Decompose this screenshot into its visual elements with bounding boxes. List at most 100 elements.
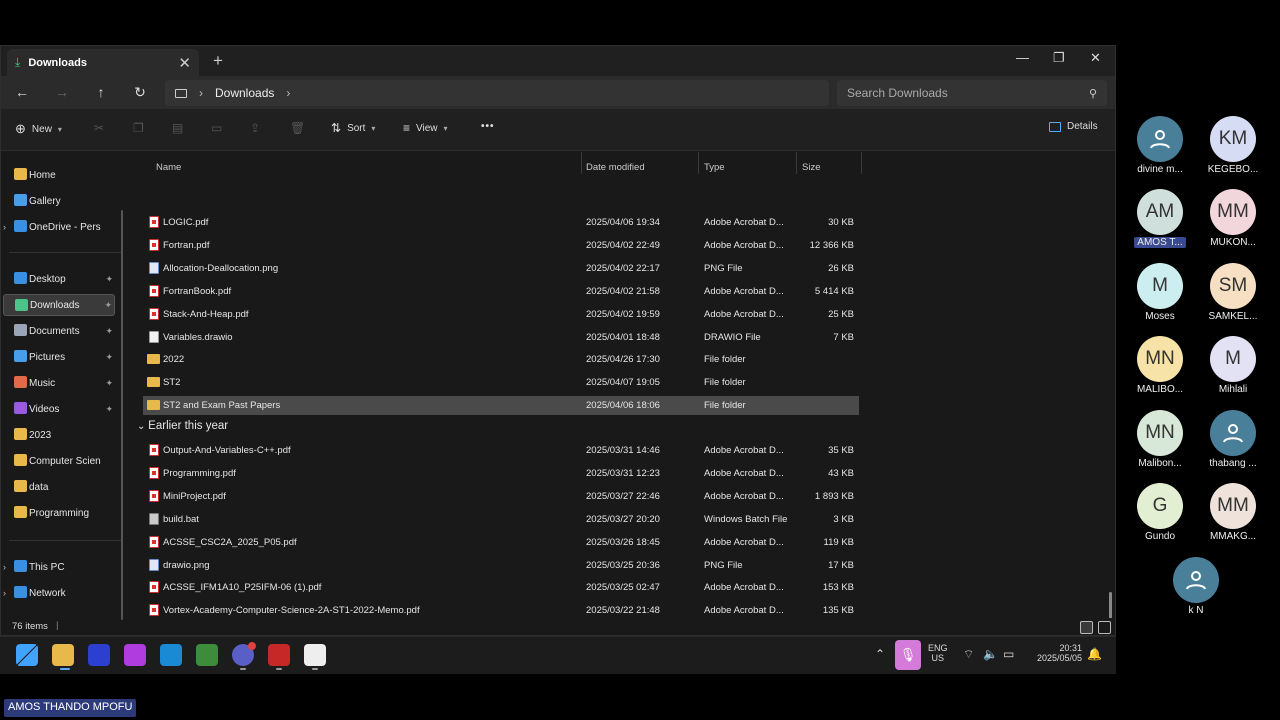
sidebar-item-programming[interactable]: Programming	[3, 502, 115, 524]
column-header-size[interactable]: Size	[802, 162, 820, 173]
file-row[interactable]: LOGIC.pdf 2025/04/06 19:34 Adobe Acrobat D…	[143, 213, 859, 232]
file-row[interactable]: MiniProject.pdf 2025/03/27 22:46 Adobe Acr…	[143, 487, 859, 506]
group-header-earlier[interactable]: ⌄ Earlier this year	[137, 420, 228, 432]
folder-row[interactable]: ST2 2025/04/07 19:05 File folder	[143, 373, 859, 392]
copy-icon[interactable]: ❐	[133, 121, 144, 135]
participant-tile[interactable]: M Mihlali	[1193, 336, 1273, 395]
sidebar-item-home[interactable]: Home	[3, 164, 115, 186]
participant-tile[interactable]: SM SAMKEL...	[1193, 263, 1273, 322]
wifi-icon[interactable]: ⌔	[963, 647, 974, 662]
restore-button[interactable]: ❐	[1053, 50, 1065, 66]
file-row[interactable]: FortranBook.pdf 2025/04/02 21:58 Adobe Acr…	[143, 282, 859, 301]
microphone-icon[interactable]: 🎙	[895, 640, 921, 670]
goland-icon[interactable]	[124, 644, 146, 666]
webstorm-icon[interactable]	[160, 644, 182, 666]
close-window-button[interactable]: ✕	[1090, 50, 1101, 66]
participant-tile[interactable]: divine m...	[1120, 116, 1200, 175]
participant-tile[interactable]: MN Malibon...	[1120, 410, 1200, 469]
chevron-right-icon[interactable]: ›	[3, 588, 6, 598]
new-button[interactable]: ⊕ New ▾	[15, 121, 62, 137]
folder-row[interactable]: ST2 and Exam Past Papers 2025/04/06 18:06…	[143, 396, 859, 416]
sidebar-item-gallery[interactable]: Gallery	[3, 190, 115, 212]
file-row[interactable]: ACSSE_CSC2A_2025_P05.pdf 2025/03/26 18:45…	[143, 533, 859, 552]
search-input[interactable]: Search Downloads ⚲	[837, 80, 1107, 106]
details-button[interactable]: Details	[1049, 121, 1098, 132]
sidebar-item-onedrive-pers[interactable]: › OneDrive - Pers	[3, 216, 115, 238]
sidebar-item-pictures[interactable]: Pictures ✦	[3, 346, 115, 368]
clock[interactable]: 20:31 2025/05/05	[1028, 643, 1082, 663]
refresh-button[interactable]: ↻	[131, 83, 149, 101]
details-view-button[interactable]	[1080, 621, 1093, 634]
file-explorer-taskbar-icon[interactable]	[52, 644, 74, 666]
sidebar-item-2023[interactable]: 2023	[3, 424, 115, 446]
up-button[interactable]: ↑	[92, 83, 110, 101]
chevron-right-icon[interactable]: ›	[3, 222, 6, 232]
participant-tile[interactable]: MM MMAKG...	[1193, 483, 1273, 542]
sidebar-item-data[interactable]: data	[3, 476, 115, 498]
file-row[interactable]: Allocation-Deallocation.png 2025/04/02 22…	[143, 259, 859, 278]
chevron-right-icon[interactable]: ›	[3, 562, 6, 572]
file-list-scrollbar[interactable]	[1109, 592, 1112, 618]
sidebar-item-network[interactable]: › Network	[3, 582, 115, 604]
sidebar-item-computer-scien[interactable]: Computer Scien	[3, 450, 115, 472]
tab-downloads[interactable]: ⤓ Downloads ✕	[7, 49, 199, 76]
column-divider[interactable]	[581, 152, 582, 174]
intellij-icon[interactable]	[88, 644, 110, 666]
participant-tile[interactable]: AM AMOS T...	[1120, 189, 1200, 253]
cut-icon[interactable]: ✂	[94, 121, 104, 135]
sort-button[interactable]: ⇅ Sort ▾	[331, 121, 375, 135]
file-row[interactable]: Fortran.pdf 2025/04/02 22:49 Adobe Acrobat…	[143, 236, 859, 255]
participant-tile[interactable]: M Moses	[1120, 263, 1200, 322]
battery-icon[interactable]: ▭	[1003, 647, 1014, 661]
acrobat-icon[interactable]	[268, 644, 290, 666]
column-header-name[interactable]: Name	[156, 162, 181, 173]
share-icon[interactable]: ⇪	[250, 121, 260, 135]
tiles-view-button[interactable]	[1098, 621, 1111, 634]
back-button[interactable]: ←	[13, 83, 31, 101]
participant-tile[interactable]: thabang ...	[1193, 410, 1273, 469]
sidebar-item-this-pc[interactable]: › This PC	[3, 556, 115, 578]
file-row[interactable]: ACSSE_IFM1A10_P25IFM-06 (1).pdf 2025/03/2…	[143, 578, 859, 597]
column-divider[interactable]	[796, 152, 797, 174]
sidebar-item-downloads[interactable]: Downloads ✦	[3, 294, 115, 316]
sidebar-item-documents[interactable]: Documents ✦	[3, 320, 115, 342]
view-button[interactable]: ≡ View ▾	[403, 121, 448, 135]
column-header-date[interactable]: Date modified	[586, 162, 645, 173]
column-divider[interactable]	[861, 152, 862, 174]
file-row[interactable]: Variables.drawio 2025/04/01 18:48 DRAWIO F…	[143, 328, 859, 347]
more-options-button[interactable]: •••	[481, 121, 495, 132]
language-indicator[interactable]: ENG US	[928, 643, 948, 663]
breadcrumb-downloads[interactable]: Downloads	[215, 86, 274, 100]
rename-icon[interactable]: ▭	[211, 121, 222, 135]
file-row[interactable]: Vortex-Academy-Computer-Science-2A-ST1-2…	[143, 601, 859, 618]
new-tab-button[interactable]: +	[213, 51, 223, 71]
participant-tile[interactable]: k N	[1156, 557, 1236, 616]
sidebar-scrollbar[interactable]	[121, 210, 123, 620]
paste-icon[interactable]: ▤	[172, 121, 183, 135]
forward-button[interactable]: →	[53, 83, 71, 101]
sidebar-item-music[interactable]: Music ✦	[3, 372, 115, 394]
minimize-button[interactable]: —	[1016, 50, 1029, 65]
column-divider[interactable]	[698, 152, 699, 174]
folder-row[interactable]: 2022 2025/04/26 17:30 File folder	[143, 350, 859, 369]
file-row[interactable]: drawio.png 2025/03/25 20:36 PNG File 17 KB	[143, 556, 859, 575]
participant-tile[interactable]: MN MALIBO...	[1120, 336, 1200, 395]
file-row[interactable]: Programming.pdf 2025/03/31 12:23 Adobe Acr…	[143, 464, 859, 483]
start-windows-icon[interactable]	[16, 644, 38, 666]
participant-tile[interactable]: KM KEGEBO...	[1193, 116, 1273, 175]
recorder-icon[interactable]	[304, 644, 326, 666]
sidebar-item-videos[interactable]: Videos ✦	[3, 398, 115, 420]
column-header-type[interactable]: Type	[704, 162, 725, 173]
participant-tile[interactable]: G Gundo	[1120, 483, 1200, 542]
delete-icon[interactable]: 🗑	[290, 121, 305, 135]
close-tab-button[interactable]: ✕	[178, 54, 191, 72]
notepad-icon[interactable]	[196, 644, 218, 666]
volume-icon[interactable]: 🔈	[983, 647, 998, 661]
address-bar[interactable]: › Downloads ›	[165, 80, 829, 106]
notification-icon[interactable]: 🔔	[1087, 647, 1102, 661]
file-row[interactable]: Output-And-Variables-C++.pdf 2025/03/31 1…	[143, 441, 859, 460]
chevron-up-icon[interactable]: ⌃	[875, 647, 885, 661]
file-row[interactable]: Stack-And-Heap.pdf 2025/04/02 19:59 Adobe …	[143, 305, 859, 324]
sidebar-item-desktop[interactable]: Desktop ✦	[3, 268, 115, 290]
file-row[interactable]: build.bat 2025/03/27 20:20 Windows Batch F…	[143, 510, 859, 529]
